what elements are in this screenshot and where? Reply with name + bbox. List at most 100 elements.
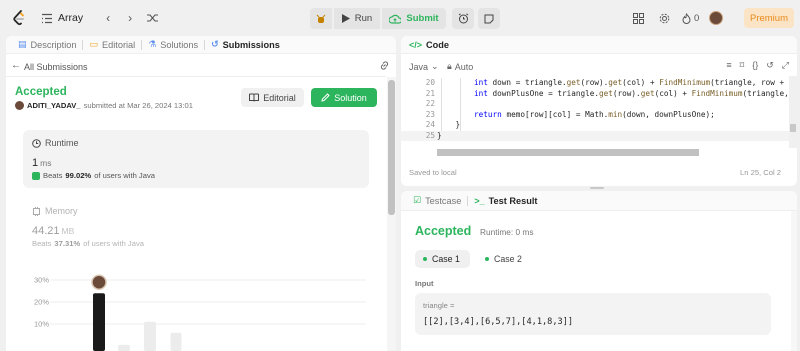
beats-suffix: of users with Java [94,171,155,180]
test-scrollbar[interactable] [791,211,797,351]
memory-unit: MB [61,226,75,236]
pass-dot [485,257,489,261]
code-line[interactable]: 25} [401,130,797,141]
case-1-button[interactable]: Case 1 [415,250,470,268]
panel-resize-handle[interactable] [590,187,604,189]
memory-card[interactable]: Memory 44.21 MB Beats 37.31% of users wit… [23,200,369,256]
runtime-value: 1 ms [32,157,51,169]
y-tick-label: 10% [34,320,49,329]
line-text: } [437,130,442,140]
editorial-button[interactable]: Editorial [241,88,304,107]
run-button[interactable]: Run [334,8,380,29]
case-2-button[interactable]: Case 2 [477,250,532,268]
chart-bar[interactable] [118,344,130,351]
layout-grid-icon[interactable] [630,10,646,26]
notes-button[interactable] [478,8,500,29]
autocomplete-toggle[interactable]: 🔒︎ Auto [447,61,473,72]
tab-label: Test Result [488,195,538,206]
input-variable-value: [[2],[3,4],[6,5,7],[4,1,8,3]] [423,317,574,327]
next-problem-icon[interactable]: › [121,9,139,27]
tab-label: Description [30,39,77,50]
tab-description[interactable]: ▤ Description [12,36,82,54]
chart-bar[interactable] [144,321,156,351]
expand-icon[interactable]: ⤢ [782,60,789,71]
submissions-subheader: ← All Submissions [6,58,396,76]
indent-guide [441,78,442,131]
braces-icon[interactable]: {} [752,60,758,71]
leetcode-logo[interactable] [12,10,26,26]
problem-list-icon[interactable] [40,11,54,25]
chevron-down-icon: ⌄ [431,61,439,71]
format-icon[interactable]: ≡ [726,60,731,71]
editorial-icon: ▭ [89,39,98,49]
prev-problem-icon[interactable]: ‹ [99,9,117,27]
line-number: 24 [425,120,435,129]
editorial-label: Editorial [263,92,296,103]
chart-bar[interactable] [93,293,105,351]
line-text: int downPlusOne = triangle.get(row).get(… [474,88,797,98]
code-editor[interactable]: 20 int down = triangle.get(row).get(col)… [401,78,797,148]
code-vertical-scrollbar[interactable] [789,76,797,148]
link-icon[interactable] [379,60,390,74]
y-tick-label: 30% [34,276,49,285]
beats-percent: 37.31% [54,239,81,248]
tab-test-result[interactable]: >_ Test Result [468,196,543,206]
bookmark-icon[interactable]: ⌑ [740,60,745,71]
beats-percent: 99.02% [65,171,92,180]
tab-submissions[interactable]: ↺ Submissions [205,36,286,54]
solution-label: Solution [334,92,367,103]
line-text: return memo[row][col] = Math.min(down, d… [474,109,715,119]
tab-label: Testcase [425,195,462,206]
language-label: Java [409,61,429,72]
left-scrollbar[interactable] [387,77,396,351]
run-label: Run [354,13,373,24]
language-select[interactable]: Java ⌄ [409,61,439,72]
debug-button[interactable] [310,8,332,29]
scrollbar-thumb[interactable] [388,80,395,215]
submission-status: Accepted [15,86,67,98]
cursor-position: Ln 25, Col 2 [740,168,781,177]
memory-value: 44.21 MB [32,225,74,237]
settings-gear-icon[interactable] [656,10,672,26]
runtime-card[interactable]: Runtime 1 ms Beats 99.02% of users with J… [23,130,369,188]
alarm-clock-icon [458,13,468,24]
top-nav: Array ‹ › Run Submit 0 Premium [0,0,800,36]
problem-list-title[interactable]: Array [58,12,83,24]
submit-button[interactable]: Submit [382,8,446,29]
editor-actions: ≡ ⌑ {} ↺ ⤢ [726,60,789,71]
test-result-panel: ☑ Testcase >_ Test Result Accepted Runti… [401,191,797,351]
clock-icon [32,138,41,148]
chart-bar[interactable] [170,332,182,351]
back-arrow-icon[interactable]: ← [11,60,21,71]
pass-dot [423,257,427,261]
streak-counter[interactable]: 0 [682,13,699,24]
code-brackets-icon: </> [409,39,423,50]
all-submissions-link[interactable]: All Submissions [24,62,88,72]
line-text: int down = triangle.get(row).get(col) + … [474,78,797,87]
beats-prefix: Beats [43,171,63,180]
runtime-beats: Beats 99.02% of users with Java [32,171,155,180]
tab-editorial[interactable]: ▭ Editorial [83,36,141,54]
username[interactable]: ADITI_YADAV_ [27,101,81,110]
beats-prefix: Beats [32,239,52,248]
flask-icon: ⚗ [148,39,157,49]
saved-status: Saved to local [409,168,457,177]
premium-button[interactable]: Premium [744,8,794,28]
tab-solutions[interactable]: ⚗ Solutions [142,36,204,54]
memory-label: Memory [32,206,78,216]
user-avatar[interactable] [709,11,724,25]
runtime-number: 1 [32,157,39,169]
runtime-label: Runtime [32,138,79,148]
scrollbar-thumb[interactable] [790,124,796,132]
terminal-icon: >_ [474,195,485,206]
tab-testcase[interactable]: ☑ Testcase [407,195,467,206]
code-horizontal-scrollbar[interactable] [437,149,699,156]
memory-number: 44.21 [32,225,60,237]
shuffle-icon[interactable] [143,9,161,27]
input-label: Input [415,279,434,288]
timer-button[interactable] [452,8,474,29]
beats-icon [32,171,40,180]
input-box: triangle = [[2],[3,4],[6,5,7],[4,1,8,3]] [415,293,771,335]
solution-button[interactable]: Solution [311,88,377,107]
reset-icon[interactable]: ↺ [766,60,774,71]
